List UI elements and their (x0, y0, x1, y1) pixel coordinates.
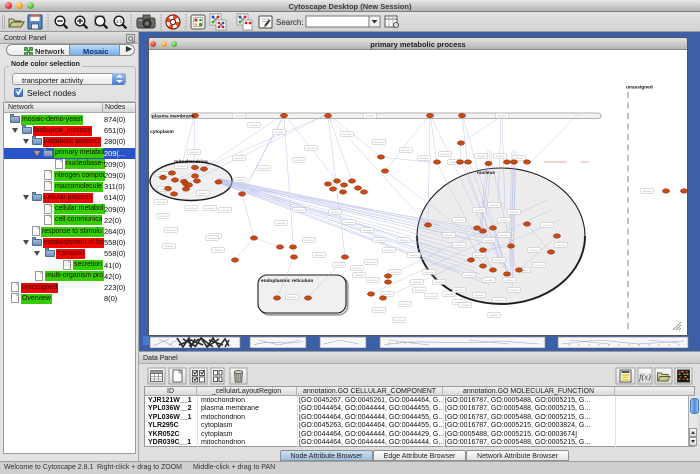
svg-text:f(x): f(x) (639, 372, 651, 382)
svg-text:Search:: Search: (276, 18, 304, 27)
svg-text:cytoplasm: cytoplasm (150, 129, 174, 135)
svg-text:endoplasmic reticulum: endoplasmic reticulum (261, 278, 313, 284)
svg-text:unassigned: unassigned (626, 85, 653, 91)
svg-text:plasma membrane: plasma membrane (152, 114, 194, 120)
svg-text:mitochondrion: mitochondrion (174, 159, 208, 165)
svg-text:nucleus: nucleus (477, 170, 495, 176)
svg-text:1:1: 1:1 (116, 19, 123, 24)
